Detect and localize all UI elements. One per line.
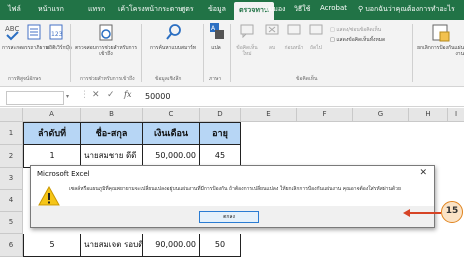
workbook-stats-icon: 123 bbox=[49, 24, 63, 40]
cancel-entry-icon[interactable]: ✕ bbox=[92, 90, 100, 100]
dialog-footer: ตกลง bbox=[31, 206, 434, 227]
column-header[interactable]: C bbox=[143, 108, 200, 122]
column-header[interactable]: B bbox=[81, 108, 143, 122]
column-header[interactable]: D bbox=[200, 108, 241, 122]
thesaurus-icon bbox=[27, 24, 41, 40]
header-cell-salary[interactable]: เงินเดือน bbox=[143, 122, 200, 145]
ok-button[interactable]: ตกลง bbox=[199, 211, 259, 223]
comments-group-label: ข้อคิดเห็น bbox=[296, 76, 318, 82]
dialog-message: เซลล์หรือแผนภูมิที่คุณพยายามจะเปลี่ยนแปล… bbox=[69, 186, 401, 192]
row-header[interactable]: 2 bbox=[0, 145, 23, 168]
ribbon: ABC การสะกด อรรถาภิธาน 123 สถิติเวิร์กบุ… bbox=[0, 20, 464, 87]
check-accessibility-button[interactable]: ตรวจสอบการช่วยสำหรับการเข้าถึง bbox=[74, 45, 138, 57]
row-header[interactable]: 5 bbox=[0, 212, 23, 234]
unprotect-sheet-button[interactable]: ยกเลิกการป้องกันแผ่นงาน bbox=[416, 45, 464, 57]
table-cell[interactable]: 5 bbox=[23, 234, 81, 257]
language-group-label: ภาษา bbox=[209, 76, 222, 82]
group-divider bbox=[230, 24, 231, 82]
translate-button[interactable]: แปล bbox=[206, 45, 226, 51]
confirm-entry-icon[interactable]: ✓ bbox=[107, 90, 115, 100]
accessibility-check-icon bbox=[99, 24, 113, 41]
show-all-comments-toggle[interactable]: □ แสดงข้อคิดเห็นทั้งหมด bbox=[330, 37, 385, 43]
tab-help[interactable]: วิธีใช้ bbox=[294, 4, 310, 15]
previous-comment-icon bbox=[287, 24, 301, 35]
callout-step-badge: 15 bbox=[441, 201, 463, 223]
close-icon[interactable]: ✕ bbox=[419, 168, 427, 178]
new-comment-icon bbox=[240, 24, 254, 38]
proofing-group-label: การพิสูจน์อักษร bbox=[8, 76, 42, 82]
name-box-dropdown-icon[interactable]: ▾ bbox=[66, 93, 69, 100]
insights-group-label: ข้อมูลเชิงลึก bbox=[155, 76, 182, 82]
delete-comment-button[interactable]: ลบ bbox=[263, 45, 281, 51]
translate-icon: A bbox=[210, 23, 224, 39]
insert-function-button[interactable]: fx bbox=[124, 90, 131, 99]
formula-bar: ▾ ⋮ ✕ ✓ fx 50000 bbox=[0, 88, 464, 107]
tab-file[interactable]: ไฟล์ bbox=[8, 4, 21, 15]
unprotect-sheet-icon bbox=[432, 24, 450, 42]
smart-lookup-button[interactable]: การค้นหาแบบสมาร์ท bbox=[146, 45, 200, 51]
protected-sheet-dialog: Microsoft Excel ✕ เซลล์หรือแผนภูมิที่คุณ… bbox=[30, 165, 435, 228]
group-divider bbox=[203, 24, 204, 82]
callout-arrow bbox=[408, 212, 441, 214]
spelling-button[interactable]: การสะกด bbox=[2, 45, 23, 51]
formula-separator-icon: ⋮ bbox=[80, 90, 89, 100]
header-cell-age[interactable]: อายุ bbox=[200, 122, 241, 145]
spelling-icon: ABC bbox=[5, 25, 19, 41]
header-cell-name[interactable]: ชื่อ-สกุล bbox=[81, 122, 143, 145]
row-header[interactable]: 4 bbox=[0, 190, 23, 212]
group-divider bbox=[412, 24, 413, 82]
column-header[interactable]: F bbox=[297, 108, 353, 122]
table-cell[interactable]: 90,000.00 bbox=[143, 234, 200, 257]
ribbon-tab-bar: ไฟล์ หน้าแรก แทรก เค้าโครงหน้ากระดาษ สูต… bbox=[0, 0, 464, 20]
tab-home[interactable]: หน้าแรก bbox=[38, 4, 64, 15]
table-cell[interactable]: นายสมเจต รอบดี bbox=[81, 234, 143, 257]
group-divider bbox=[70, 24, 71, 82]
show-hide-comment-toggle[interactable]: □ แสดง/ซ่อนข้อคิดเห็น bbox=[330, 27, 381, 33]
column-header[interactable]: G bbox=[353, 108, 409, 122]
select-all-corner[interactable] bbox=[0, 108, 23, 122]
row-header[interactable]: 3 bbox=[0, 168, 23, 190]
next-comment-icon bbox=[309, 24, 323, 35]
tab-view[interactable]: มุมมอง bbox=[264, 4, 285, 15]
group-divider bbox=[141, 24, 142, 82]
column-header[interactable]: A bbox=[23, 108, 81, 122]
row-header[interactable]: 6 bbox=[0, 234, 23, 257]
svg-text:123: 123 bbox=[51, 31, 63, 38]
tab-page-layout[interactable]: เค้าโครงหน้ากระดาษ bbox=[118, 4, 183, 15]
row-header[interactable]: 1 bbox=[0, 122, 23, 145]
tab-formulas[interactable]: สูตร bbox=[181, 4, 194, 15]
delete-comment-icon bbox=[265, 24, 279, 35]
table-cell[interactable]: 50 bbox=[200, 234, 241, 257]
smart-lookup-icon bbox=[166, 24, 181, 40]
tab-acrobat[interactable]: Acrobat bbox=[320, 4, 347, 12]
thesaurus-button[interactable]: อรรถาภิธาน bbox=[22, 45, 49, 51]
new-comment-button[interactable]: ข้อคิดเห็นใหม่ bbox=[234, 45, 260, 57]
tab-tell-me[interactable]: ⚲ บอกฉันว่าคุณต้องการทำอะไร bbox=[358, 4, 455, 15]
name-box[interactable] bbox=[6, 91, 64, 105]
next-comment-button[interactable]: ถัดไป bbox=[305, 45, 327, 51]
tab-insert[interactable]: แทรก bbox=[88, 4, 105, 15]
accessibility-group-label: การช่วยสำหรับการเข้าถึง bbox=[80, 76, 135, 82]
column-header[interactable]: E bbox=[241, 108, 297, 122]
tab-data[interactable]: ข้อมูล bbox=[208, 4, 226, 15]
previous-comment-button[interactable]: ก่อนหน้า bbox=[282, 45, 306, 51]
workbook-stats-button[interactable]: สถิติเวิร์กบุ๊ก bbox=[46, 45, 72, 51]
column-header[interactable]: H bbox=[409, 108, 448, 122]
warning-icon bbox=[38, 186, 60, 206]
column-header[interactable]: I bbox=[448, 108, 464, 122]
formula-input[interactable]: 50000 bbox=[145, 92, 170, 101]
dialog-title: Microsoft Excel bbox=[37, 170, 90, 178]
header-cell-no[interactable]: ลำดับที่ bbox=[23, 122, 81, 145]
